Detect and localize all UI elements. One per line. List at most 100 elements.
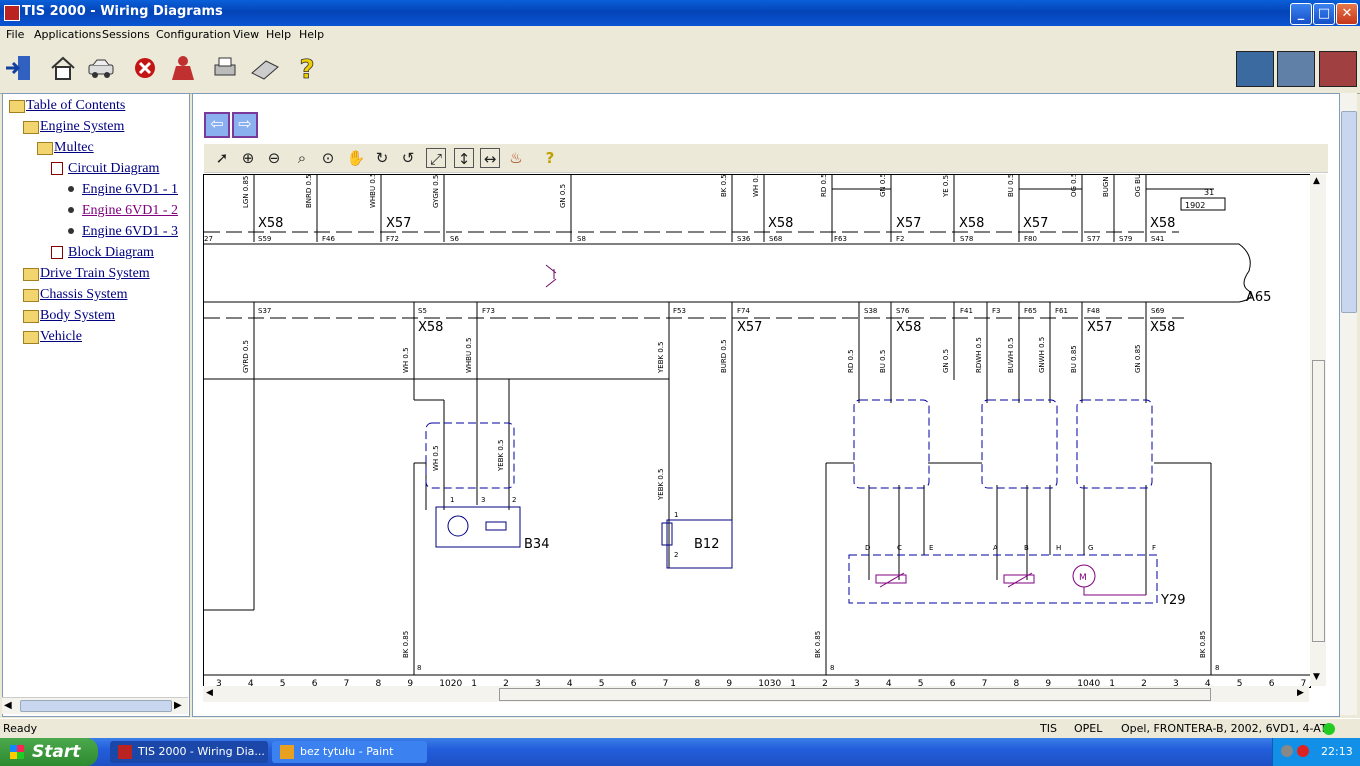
pin-label: S76 (896, 307, 910, 315)
wire-label: LGN 0.85 (242, 176, 250, 208)
tree-item-circuit-diagram[interactable]: Circuit Diagram (68, 161, 159, 177)
wire-label: WH 0.5 (752, 175, 760, 197)
fire-icon[interactable]: ♨ (506, 148, 526, 168)
scroll-thumb[interactable] (20, 700, 172, 712)
pin-label: S5 (418, 307, 427, 315)
tree-item-multec[interactable]: Multec (54, 140, 94, 156)
stop-icon[interactable] (130, 53, 160, 83)
zoom-icon[interactable]: ⌕ (292, 148, 312, 168)
home-icon[interactable] (48, 53, 78, 83)
wire-label: BU 0.5 (879, 350, 887, 373)
pin-label: 2 (674, 551, 678, 559)
wire-label: GYRD 0.5 (242, 340, 250, 373)
tree-item-block-diagram[interactable]: Block Diagram (68, 245, 154, 261)
scroll-down-icon[interactable]: ▼ (1313, 672, 1320, 682)
connector-label: X58 (959, 216, 984, 231)
tree-horizontal-scrollbar[interactable]: ◀ ▶ (2, 697, 188, 714)
pin-label: B (1024, 544, 1029, 552)
tree-item-chassis[interactable]: Chassis System (40, 287, 128, 303)
print-icon[interactable] (210, 53, 240, 83)
minimize-button[interactable]: _ (1290, 3, 1312, 25)
wire-label: RD 0.5 (847, 349, 855, 373)
tree-item-engine-3[interactable]: Engine 6VD1 - 3 (82, 224, 178, 240)
scroll-up-icon[interactable]: ▲ (1313, 176, 1320, 186)
rotate-left-icon[interactable]: ↺ (398, 148, 418, 168)
fit-width-icon[interactable]: ↔ (480, 148, 500, 168)
tree-item-body[interactable]: Body System (40, 308, 115, 324)
menu-configuration[interactable]: Configuration (156, 28, 231, 41)
zoom-area-icon[interactable]: ⊙ (318, 148, 338, 168)
taskbar-item-label: bez tytułu - Paint (300, 745, 394, 758)
scroll-thumb[interactable] (1341, 111, 1357, 313)
car-side-icon[interactable] (1277, 51, 1315, 87)
tree-item-engine-system[interactable]: Engine System (40, 119, 124, 135)
pin-label: F41 (960, 307, 973, 315)
tree-item-toc[interactable]: Table of Contents (26, 98, 125, 114)
forward-button[interactable]: ⇨ (232, 112, 258, 138)
pin-label: D (865, 544, 870, 552)
menu-bar: File Applications Sessions Configuration… (0, 26, 1360, 45)
scroll-thumb[interactable] (1312, 360, 1325, 642)
vehicle-icon[interactable] (86, 53, 116, 83)
security-icon[interactable] (1297, 745, 1309, 757)
content-vertical-scrollbar[interactable] (1340, 93, 1357, 715)
fit-height-icon[interactable]: ↕ (454, 148, 474, 168)
exit-icon[interactable] (4, 53, 34, 83)
wire-label: WHBU 0.5 (465, 338, 473, 373)
menu-help-2[interactable]: Help (299, 28, 324, 41)
pin-label: H (1056, 544, 1061, 552)
component-y29-label: Y29 (1160, 593, 1185, 608)
select-icon[interactable]: ➚ (212, 148, 232, 168)
pin-label: S37 (258, 307, 271, 315)
pin-label: 3 (481, 496, 485, 504)
folder-icon (23, 289, 39, 302)
tree-item-vehicle[interactable]: Vehicle (40, 329, 82, 345)
tree-item-engine-2[interactable]: Engine 6VD1 - 2 (82, 203, 178, 219)
scroll-right-icon[interactable]: ▶ (174, 700, 184, 711)
ground-box-label: 1902 (1185, 201, 1205, 210)
scroll-right-icon[interactable]: ▶ (1297, 688, 1304, 698)
help-icon[interactable]: ? (540, 148, 560, 168)
wire-label: BUWH 0.5 (1007, 338, 1015, 373)
scroll-left-icon[interactable]: ◀ (4, 700, 14, 711)
wiring-diagram[interactable]: A65 31 1902 B34 B12 Y29 M X58 X57 X58 X5… (203, 174, 1311, 688)
zoom-in-icon[interactable]: ⊕ (238, 148, 258, 168)
taskbar-item-paint[interactable]: bez tytułu - Paint (272, 741, 427, 763)
scroll-left-icon[interactable]: ◀ (206, 688, 213, 698)
taskbar-item-tis[interactable]: TIS 2000 - Wiring Dia... (110, 741, 268, 763)
menu-sessions[interactable]: Sessions (102, 28, 150, 41)
car-front-icon[interactable] (1319, 51, 1357, 87)
pin-label: F80 (1024, 235, 1037, 243)
wire-label: GN 0.85 (1134, 345, 1142, 373)
pan-hand-icon[interactable]: ✋ (346, 148, 366, 168)
network-icon[interactable] (1281, 745, 1293, 757)
menu-view[interactable]: View (233, 28, 259, 41)
menu-applications[interactable]: Applications (34, 28, 101, 41)
maximize-button[interactable]: □ (1313, 3, 1335, 25)
connector-label: X58 (1150, 216, 1175, 231)
user-icon[interactable] (168, 53, 198, 83)
start-button[interactable]: Start (0, 738, 98, 766)
fit-window-icon[interactable]: ⤢ (426, 148, 446, 168)
pin-label: S79 (1119, 235, 1132, 243)
close-button[interactable]: ✕ (1336, 3, 1358, 25)
diagram-horizontal-scrollbar[interactable]: ◀ ▶ (203, 686, 1309, 702)
vehicle-list-icon[interactable] (1236, 51, 1274, 87)
diagram-vertical-scrollbar[interactable]: ▲ ▼ (1310, 174, 1326, 686)
keyboard-icon[interactable] (250, 53, 280, 83)
help-icon[interactable]: ? (292, 53, 322, 83)
menu-help[interactable]: Help (266, 28, 291, 41)
document-icon (51, 162, 63, 175)
svg-text:?: ? (299, 55, 314, 83)
tree-item-engine-1[interactable]: Engine 6VD1 - 1 (82, 182, 178, 198)
zoom-out-icon[interactable]: ⊖ (264, 148, 284, 168)
pin-label: C (897, 544, 902, 552)
status-system: TIS (1040, 722, 1057, 735)
main-toolbar: ? (0, 45, 1360, 94)
back-button[interactable]: ⇦ (204, 112, 230, 138)
rotate-right-icon[interactable]: ↻ (372, 148, 392, 168)
menu-file[interactable]: File (6, 28, 24, 41)
scroll-thumb[interactable] (499, 688, 1211, 701)
pin-label: F2 (896, 235, 904, 243)
tree-item-drive-train[interactable]: Drive Train System (40, 266, 150, 282)
